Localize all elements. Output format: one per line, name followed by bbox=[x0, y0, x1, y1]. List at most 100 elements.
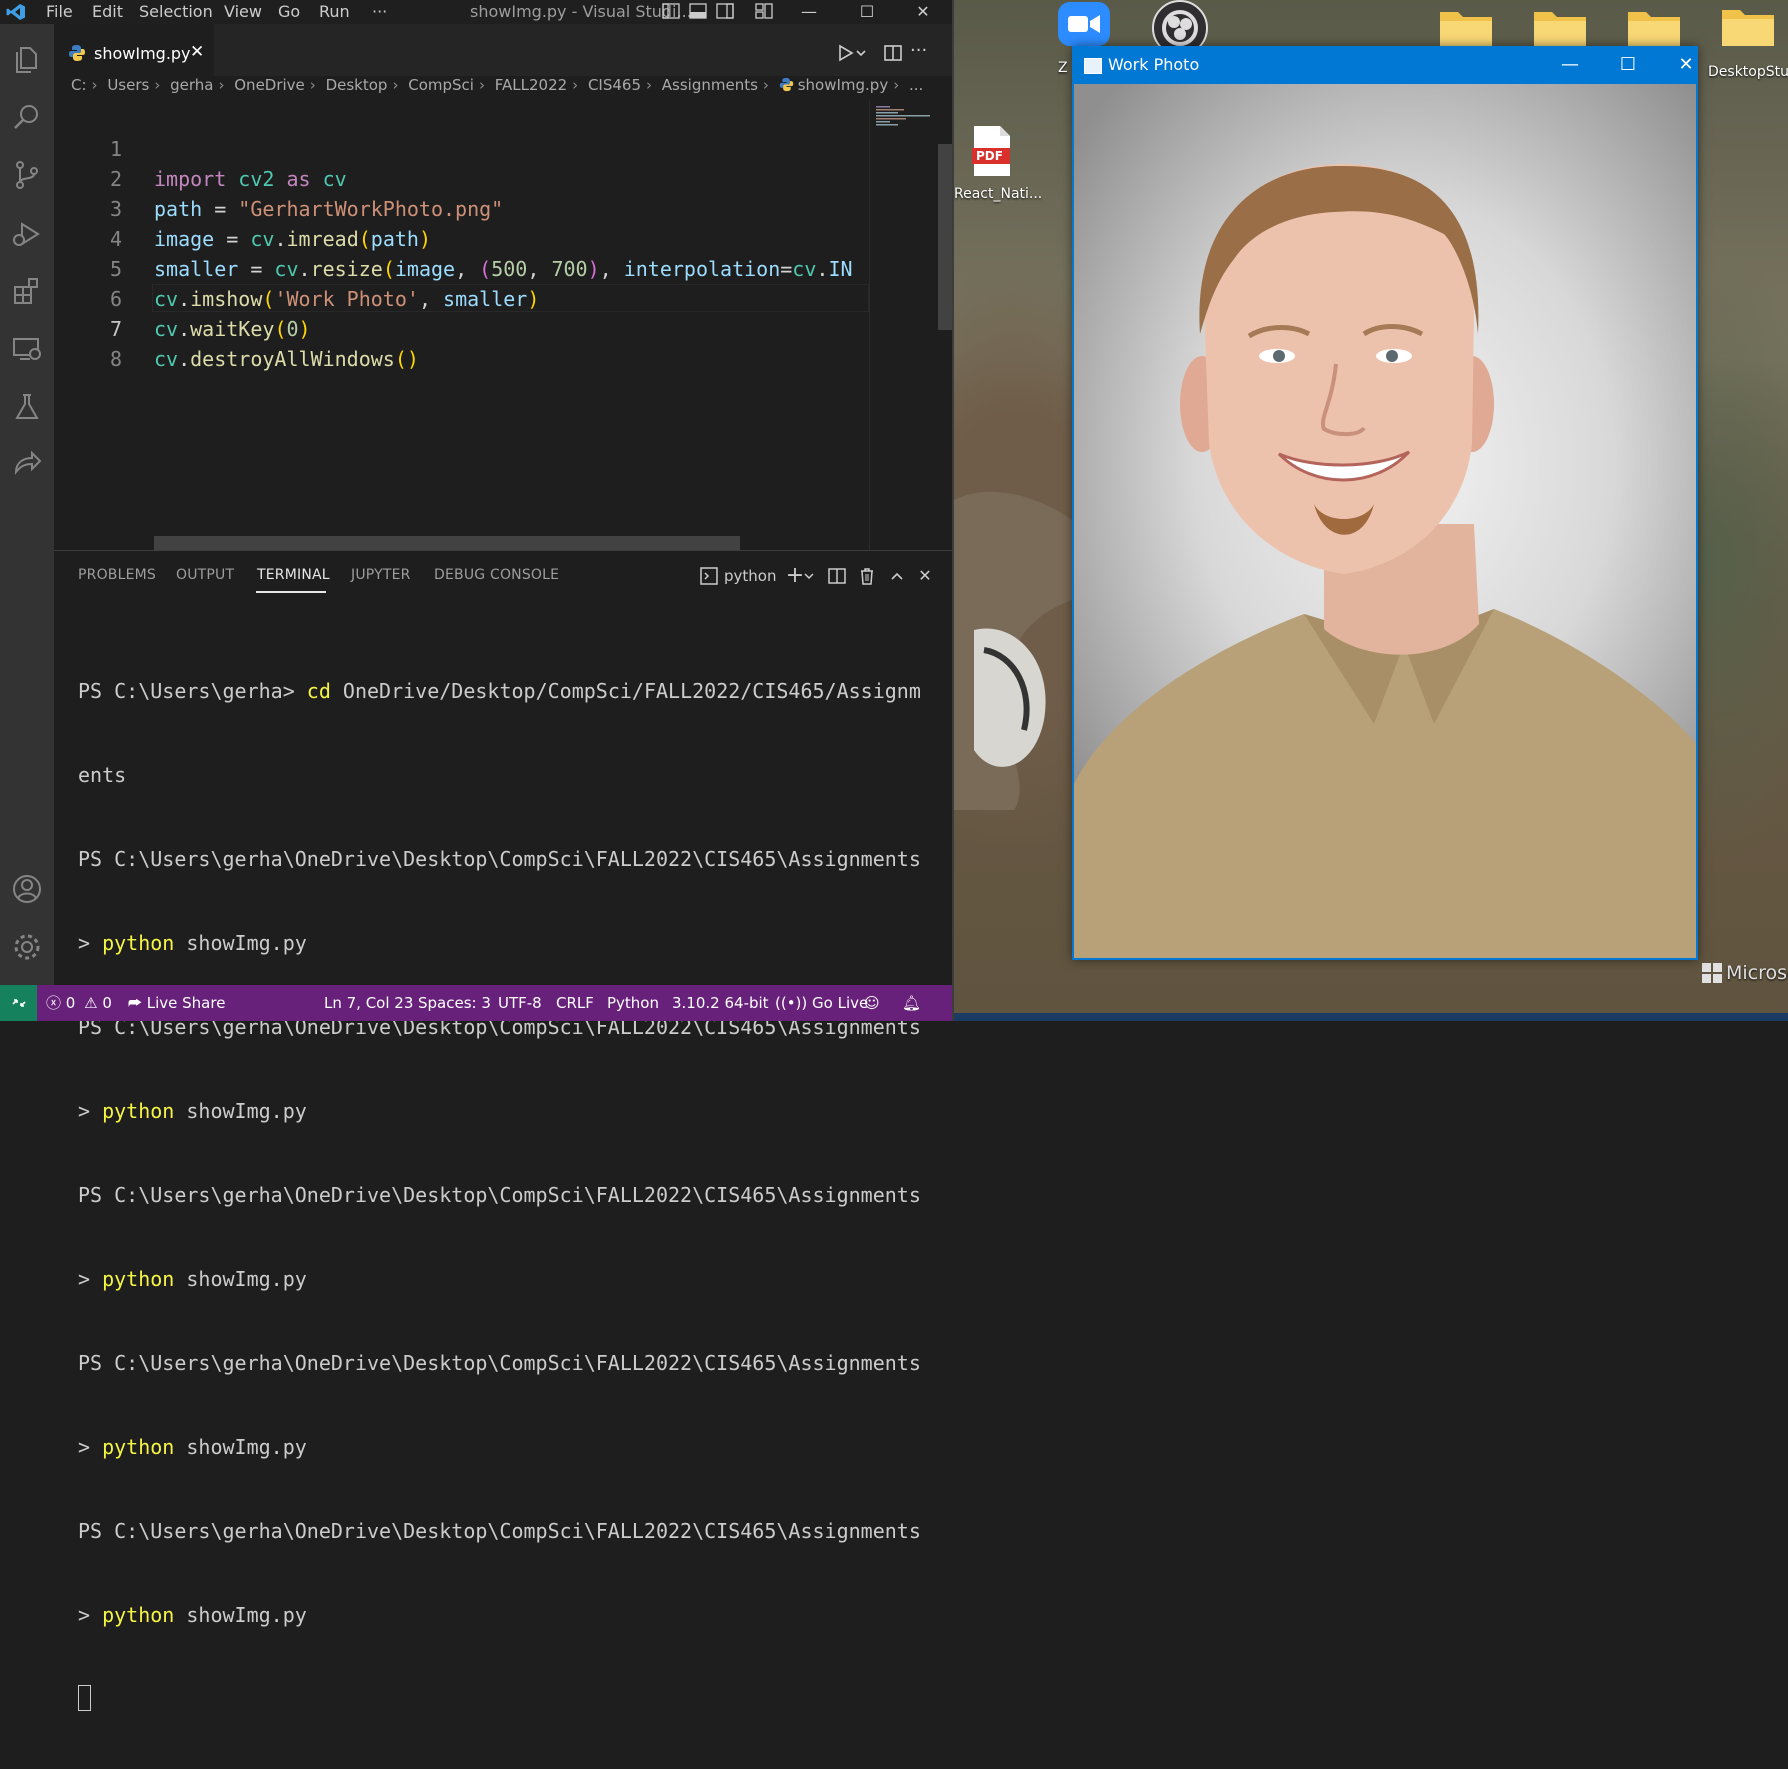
image-window-maximize-button[interactable]: ☐ bbox=[1608, 52, 1648, 78]
zoom-app-icon[interactable] bbox=[1056, 2, 1112, 48]
go-live-status[interactable]: ((•)) Go Live bbox=[775, 985, 868, 1021]
tab-output[interactable]: OUTPUT bbox=[176, 567, 234, 583]
image-window-close-button[interactable]: ✕ bbox=[1666, 52, 1706, 78]
terminal-line: PS C:\Users\gerha\OneDrive\Desktop\CompS… bbox=[78, 1351, 921, 1375]
broadcast-icon: ((•)) bbox=[775, 994, 808, 1012]
image-window-minimize-button[interactable]: — bbox=[1550, 52, 1590, 78]
breadcrumb-onedrive[interactable]: OneDrive bbox=[234, 76, 305, 94]
menu-selection[interactable]: Selection bbox=[139, 2, 213, 21]
live-share-icon[interactable] bbox=[10, 448, 44, 482]
accounts-icon[interactable] bbox=[10, 872, 44, 906]
source-control-icon[interactable] bbox=[10, 158, 44, 192]
tab-showimg[interactable]: showImg.py ✕ bbox=[54, 24, 214, 83]
pdf-badge-text: PDF bbox=[976, 149, 1003, 163]
menu-go[interactable]: Go bbox=[278, 2, 300, 21]
close-window-button[interactable]: ✕ bbox=[906, 0, 940, 24]
terminal-name[interactable]: python bbox=[724, 567, 776, 585]
breadcrumb-cis465[interactable]: CIS465 bbox=[588, 76, 641, 94]
code-line: 7 cv.destroyAllWindows() bbox=[54, 284, 869, 371]
toggle-panel-icon[interactable] bbox=[689, 3, 707, 19]
warning-icon: ⚠ bbox=[84, 994, 98, 1012]
code-editor[interactable]: 1 import cv2 as cv 2 path = "GerhartWork… bbox=[54, 104, 869, 524]
split-editor-icon[interactable] bbox=[882, 42, 904, 64]
live-share-icon: ⮫ bbox=[128, 994, 142, 1012]
tab-terminal[interactable]: TERMINAL bbox=[257, 567, 330, 583]
breadcrumb-users[interactable]: Users bbox=[107, 76, 149, 94]
run-dropdown-chevron-icon[interactable] bbox=[854, 42, 868, 64]
work-photo-window[interactable]: Work Photo — ☐ ✕ bbox=[1072, 46, 1698, 960]
code-line: 3 image = cv.imread(path) bbox=[54, 164, 869, 251]
language-mode[interactable]: Python bbox=[607, 985, 659, 1021]
notifications-bell-icon[interactable]: 🔔︎ bbox=[902, 985, 921, 1021]
terminal-line: PS C:\Users\gerha> cd OneDrive/Desktop/C… bbox=[78, 679, 921, 703]
breadcrumb-gerha[interactable]: gerha bbox=[170, 76, 213, 94]
terminal-cursor bbox=[78, 1685, 91, 1711]
menu-run[interactable]: Run bbox=[319, 2, 350, 21]
indentation[interactable]: Spaces: 3 bbox=[418, 985, 491, 1021]
more-actions-icon[interactable]: ··· bbox=[910, 42, 932, 64]
breadcrumb-compsci[interactable]: CompSci bbox=[408, 76, 474, 94]
panel: PROBLEMS OUTPUT TERMINAL JUPYTER DEBUG C… bbox=[54, 550, 952, 1711]
breadcrumb-file[interactable]: showImg.py bbox=[798, 76, 889, 94]
python-interpreter[interactable]: 3.10.2 64-bit bbox=[672, 985, 769, 1021]
portrait-photo bbox=[1074, 84, 1696, 958]
breadcrumb-more[interactable]: ... bbox=[909, 76, 923, 94]
vscode-logo-icon[interactable] bbox=[6, 3, 26, 21]
settings-gear-icon[interactable] bbox=[10, 930, 44, 964]
live-share-status[interactable]: ⮫ Live Share bbox=[128, 985, 225, 1021]
close-panel-icon[interactable]: ✕ bbox=[914, 565, 936, 587]
menu-view[interactable]: View bbox=[224, 2, 262, 21]
image-window-title: Work Photo bbox=[1108, 55, 1200, 74]
folder-icon[interactable] bbox=[1720, 6, 1776, 48]
tab-problems[interactable]: PROBLEMS bbox=[78, 567, 156, 583]
toggle-sidebar-icon[interactable] bbox=[662, 3, 680, 19]
folder-icon[interactable] bbox=[1626, 8, 1682, 50]
horizontal-scrollbar[interactable] bbox=[154, 536, 740, 550]
terminal-line bbox=[78, 1685, 948, 1713]
pdf-file-label: React_Nati... bbox=[954, 186, 1043, 202]
code-line-text: cv.destroyAllWindows() bbox=[154, 347, 419, 371]
problems-status[interactable]: ⓧ 0 ⚠ 0 bbox=[46, 985, 112, 1021]
maximize-panel-chevron-up-icon[interactable] bbox=[886, 565, 908, 587]
terminal-dropdown-chevron-icon[interactable] bbox=[802, 565, 816, 587]
vertical-scrollbar[interactable] bbox=[938, 144, 952, 330]
remote-indicator-icon[interactable] bbox=[0, 985, 37, 1021]
breadcrumb-assignments[interactable]: Assignments bbox=[662, 76, 758, 94]
breadcrumb-desktop[interactable]: Desktop bbox=[326, 76, 388, 94]
editor-area: showImg.py ✕ ··· C: › Users › gerha › OneDr… bbox=[54, 24, 952, 550]
image-window-title-bar[interactable]: Work Photo — ☐ ✕ bbox=[1072, 46, 1698, 84]
python-file-icon bbox=[779, 77, 793, 92]
trash-icon[interactable] bbox=[856, 565, 878, 587]
breadcrumb-drive[interactable]: C: bbox=[71, 76, 87, 94]
minimize-button[interactable]: — bbox=[792, 0, 826, 24]
menu-file[interactable]: File bbox=[46, 2, 73, 21]
feedback-icon[interactable]: ☺ bbox=[864, 985, 880, 1021]
tab-jupyter[interactable]: JUPYTER bbox=[351, 567, 411, 583]
breadcrumb-fall2022[interactable]: FALL2022 bbox=[495, 76, 567, 94]
cursor-position[interactable]: Ln 7, Col 23 bbox=[324, 985, 413, 1021]
encoding[interactable]: UTF-8 bbox=[498, 985, 542, 1021]
run-file-icon[interactable] bbox=[834, 42, 856, 64]
folder-icon[interactable] bbox=[1532, 8, 1588, 50]
code-line: 6 cv.waitKey(0) bbox=[54, 254, 869, 341]
customize-layout-icon[interactable] bbox=[755, 3, 773, 19]
remote-explorer-icon[interactable] bbox=[10, 332, 44, 366]
tab-debug-console[interactable]: DEBUG CONSOLE bbox=[434, 567, 559, 583]
maximize-button[interactable]: ☐ bbox=[850, 0, 884, 24]
extensions-icon[interactable] bbox=[10, 274, 44, 308]
folder-icon[interactable] bbox=[1438, 8, 1494, 50]
end-of-line[interactable]: CRLF bbox=[556, 985, 594, 1021]
menu-edit[interactable]: Edit bbox=[92, 2, 123, 21]
search-icon[interactable] bbox=[10, 100, 44, 134]
obs-app-icon[interactable] bbox=[1152, 0, 1208, 56]
pdf-file-icon[interactable]: PDF bbox=[970, 124, 1014, 178]
run-debug-icon[interactable] bbox=[10, 216, 44, 250]
tab-close-icon[interactable]: ✕ bbox=[190, 42, 204, 62]
terminal-line: > python showImg.py bbox=[78, 931, 307, 955]
toggle-secondary-sidebar-icon[interactable] bbox=[716, 3, 734, 19]
terminal-output[interactable]: PS C:\Users\gerha> cd OneDrive/Desktop/C… bbox=[78, 621, 948, 1769]
menu-more[interactable]: ··· bbox=[372, 2, 387, 21]
explorer-icon[interactable] bbox=[10, 42, 44, 76]
split-terminal-icon[interactable] bbox=[826, 565, 848, 587]
testing-icon[interactable] bbox=[10, 390, 44, 424]
